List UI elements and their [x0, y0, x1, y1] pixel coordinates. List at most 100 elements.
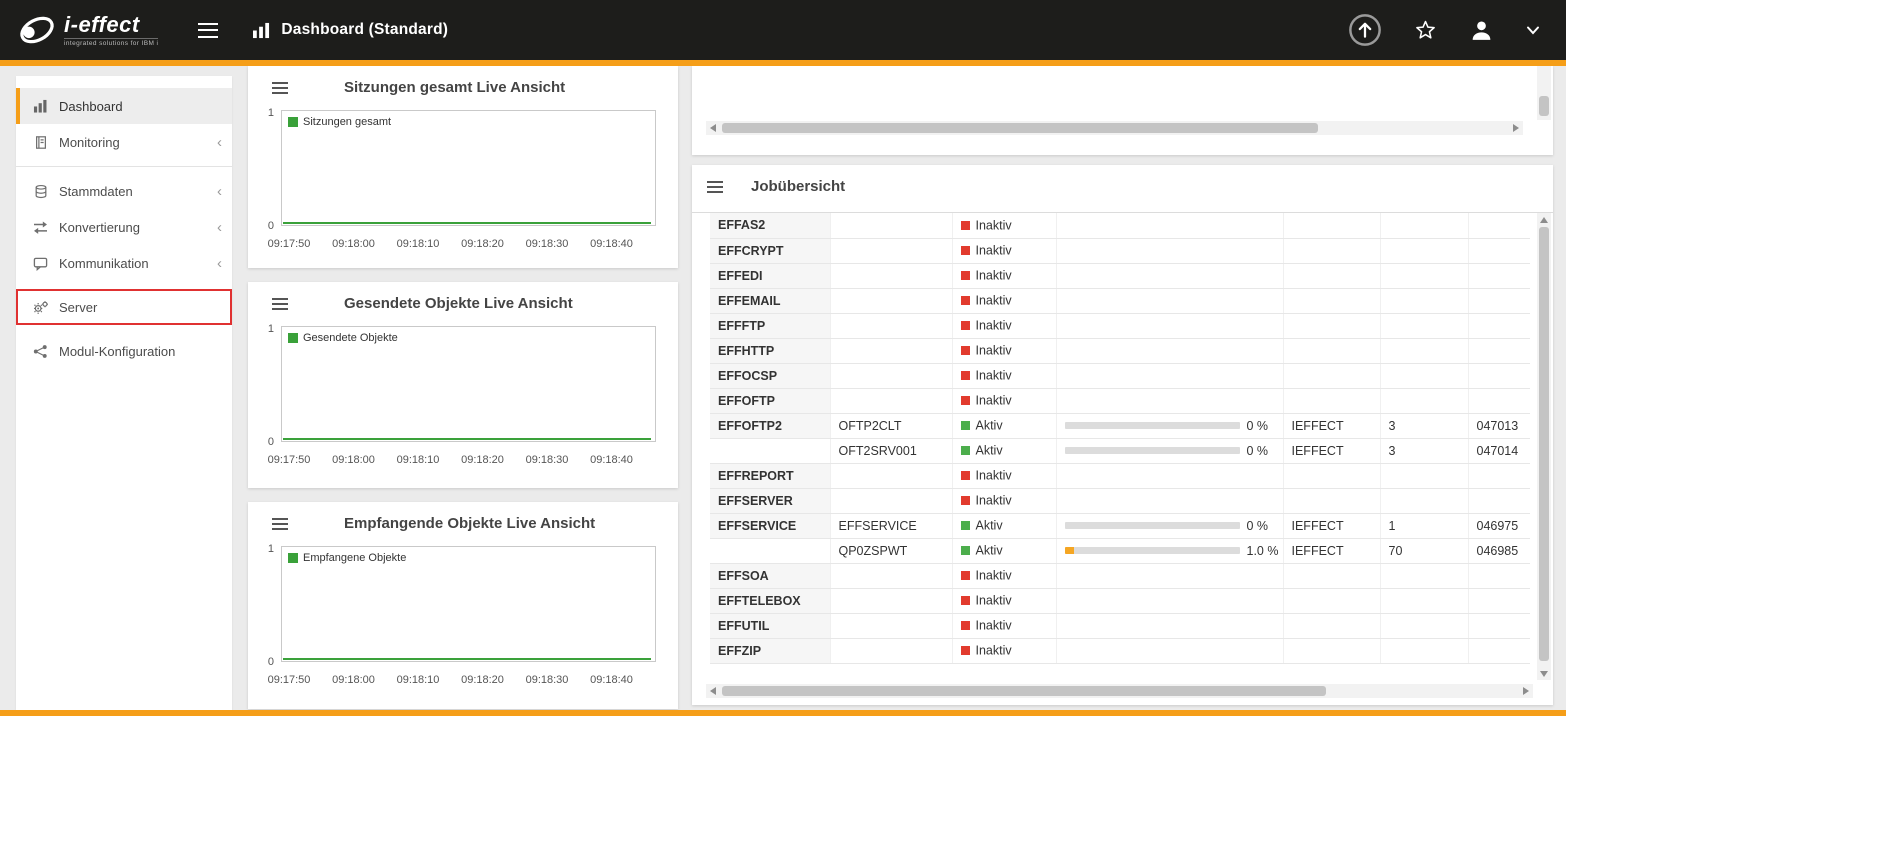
- chevron-left-icon: ‹: [217, 220, 222, 235]
- brand-tagline: integrated solutions for IBM i: [64, 38, 158, 47]
- user-menu-chevron-button[interactable]: [1526, 25, 1540, 36]
- legend-label: Sitzungen gesamt: [303, 116, 391, 128]
- job-row[interactable]: EFFUTILInaktiv: [710, 613, 1530, 638]
- brand-swoosh-icon: [16, 9, 58, 51]
- job-row[interactable]: EFFEDIInaktiv: [710, 263, 1530, 288]
- sidebar-item-label: Stammdaten: [59, 184, 133, 199]
- brand-logo[interactable]: i-effect integrated solutions for IBM i: [0, 9, 158, 51]
- job-row[interactable]: EFFOCSPInaktiv: [710, 363, 1530, 388]
- status-indicator: [961, 271, 970, 280]
- scrollbar-thumb[interactable]: [722, 123, 1318, 133]
- job-row[interactable]: EFFZIP Inaktiv: [710, 638, 1530, 663]
- job-row[interactable]: EFFHTTPInaktiv: [710, 338, 1530, 363]
- job-cpu-cell: [1056, 388, 1283, 413]
- job-name-cell: EFFSOA: [710, 563, 830, 588]
- status-label: Aktiv: [976, 519, 1003, 533]
- job-number-cell: 046985: [1468, 538, 1530, 563]
- status-label: Inaktiv: [976, 594, 1012, 608]
- status-indicator: [961, 246, 970, 255]
- job-count-cell: [1380, 213, 1468, 238]
- job-row[interactable]: EFFSERVICEEFFSERVICEAktiv0 %IEFFECT10469…: [710, 513, 1530, 538]
- card-menu-button[interactable]: [272, 82, 288, 94]
- job-user-cell: [1283, 388, 1380, 413]
- job-status-cell: Inaktiv: [952, 463, 1056, 488]
- arrow-up-circle-icon: [1348, 13, 1382, 47]
- job-number-cell: [1468, 238, 1530, 263]
- sidebar-item-monitoring[interactable]: Monitoring ‹: [16, 124, 232, 160]
- job-cpu-cell: [1056, 238, 1283, 263]
- job-cpu-cell: [1056, 463, 1283, 488]
- job-name-cell: EFFZIP: [710, 638, 830, 663]
- scroll-down-button[interactable]: [1540, 671, 1548, 677]
- sidebar-item-kommunikation[interactable]: Kommunikation ‹: [16, 245, 232, 281]
- sidebar-item-stammdaten[interactable]: Stammdaten ‹: [16, 173, 232, 209]
- job-status-cell: Inaktiv: [952, 638, 1056, 663]
- scroll-left-button[interactable]: [710, 687, 716, 695]
- x-tick-label: 09:17:50: [268, 238, 311, 250]
- sidebar-item-konvertierung[interactable]: Konvertierung ‹: [16, 209, 232, 245]
- job-row[interactable]: QP0ZSPWTAktiv1.0 %IEFFECT70046985: [710, 538, 1530, 563]
- job-name-cell: EFFCRYPT: [710, 238, 830, 263]
- job-count-cell: [1380, 638, 1468, 663]
- x-tick-label: 09:17:50: [268, 674, 311, 686]
- sidebar-item-server[interactable]: Server: [16, 289, 232, 325]
- x-tick-label: 09:18:30: [526, 454, 569, 466]
- job-count-cell: [1380, 563, 1468, 588]
- job-row[interactable]: OFT2SRV001Aktiv0 %IEFFECT3047014: [710, 438, 1530, 463]
- job-row[interactable]: EFFREPORTInaktiv: [710, 463, 1530, 488]
- scrollbar-thumb[interactable]: [1539, 96, 1549, 117]
- job-row[interactable]: EFFCRYPTInaktiv: [710, 238, 1530, 263]
- status-label: Inaktiv: [976, 344, 1012, 358]
- job-row[interactable]: EFFTELEBOXInaktiv: [710, 588, 1530, 613]
- job-row[interactable]: EFFFTPInaktiv: [710, 313, 1530, 338]
- job-instance-cell: [830, 563, 952, 588]
- job-status-cell: Aktiv: [952, 538, 1056, 563]
- job-row[interactable]: EFFSOAInaktiv: [710, 563, 1530, 588]
- job-number-cell: [1468, 263, 1530, 288]
- job-cpu-cell: 0 %: [1056, 413, 1283, 438]
- job-user-cell: [1283, 563, 1380, 588]
- job-status-cell: Inaktiv: [952, 213, 1056, 238]
- scrollbar-thumb[interactable]: [1539, 227, 1549, 661]
- job-row[interactable]: EFFSERVERInaktiv: [710, 488, 1530, 513]
- chart-legend: Gesendete Objekte: [288, 332, 398, 344]
- x-tick-label: 09:18:20: [461, 454, 504, 466]
- vertical-scrollbar[interactable]: [1537, 213, 1551, 680]
- user-button[interactable]: [1469, 18, 1494, 43]
- card-menu-button[interactable]: [707, 181, 723, 193]
- y-axis-max-label: 1: [248, 543, 274, 555]
- job-instance-cell: OFT2SRV001: [830, 438, 952, 463]
- job-cpu-cell: [1056, 288, 1283, 313]
- job-count-cell: 3: [1380, 413, 1468, 438]
- scroll-up-button[interactable]: [1540, 217, 1548, 223]
- scroll-right-button[interactable]: [1513, 124, 1519, 132]
- job-row[interactable]: EFFEMAILInaktiv: [710, 288, 1530, 313]
- deploy-button[interactable]: [1348, 13, 1382, 47]
- job-instance-cell: [830, 463, 952, 488]
- job-instance-cell: QP0ZSPWT: [830, 538, 952, 563]
- chevron-left-icon: ‹: [217, 135, 222, 150]
- scroll-right-button[interactable]: [1523, 687, 1529, 695]
- horizontal-scrollbar[interactable]: [706, 121, 1523, 135]
- card-menu-button[interactable]: [272, 518, 288, 530]
- job-row[interactable]: EFFOFTPInaktiv: [710, 388, 1530, 413]
- job-user-cell: [1283, 363, 1380, 388]
- card-menu-button[interactable]: [272, 298, 288, 310]
- job-row[interactable]: EFFAS2Inaktiv: [710, 213, 1530, 238]
- vertical-scrollbar[interactable]: [1537, 66, 1551, 120]
- chart-title: Empfangende Objekte Live Ansicht: [344, 515, 595, 532]
- sidebar-item-label: Monitoring: [59, 135, 120, 150]
- job-count-cell: [1380, 388, 1468, 413]
- favorites-button[interactable]: [1414, 19, 1437, 41]
- horizontal-scrollbar[interactable]: [706, 684, 1533, 698]
- scrollbar-thumb[interactable]: [722, 686, 1326, 696]
- scroll-left-button[interactable]: [710, 124, 716, 132]
- series-line: [283, 222, 651, 224]
- sidebar-item-dashboard[interactable]: Dashboard: [16, 88, 232, 124]
- job-status-cell: Aktiv: [952, 438, 1056, 463]
- job-row[interactable]: EFFOFTP2OFTP2CLTAktiv0 %IEFFECT3047013: [710, 413, 1530, 438]
- chart-card-sitzungen: Sitzungen gesamt Live Ansicht 1 0 Sitzun…: [248, 66, 678, 268]
- chart-card-gesendete: Gesendete Objekte Live Ansicht 1 0 Gesen…: [248, 282, 678, 488]
- sidebar-toggle-button[interactable]: [198, 23, 218, 38]
- sidebar-item-modul-konfiguration[interactable]: Modul-Konfiguration: [16, 333, 232, 369]
